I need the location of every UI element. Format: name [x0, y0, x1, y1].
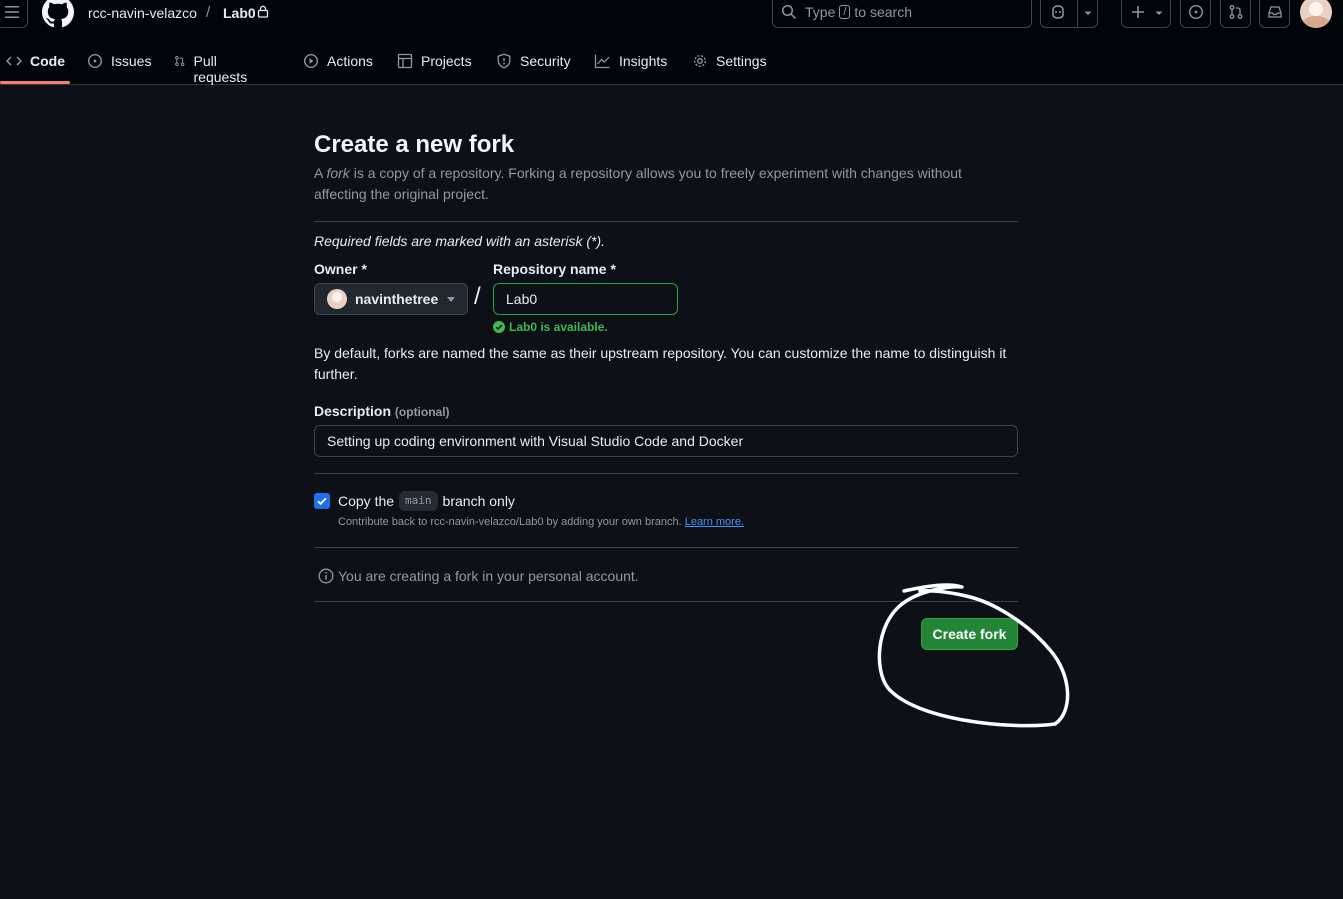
owner-repo-separator: /: [474, 283, 481, 310]
active-tab-indicator: [0, 81, 70, 84]
code-icon: [6, 56, 22, 66]
tab-pull-requests-label: Pull requests: [193, 53, 248, 85]
inbox-button[interactable]: [1259, 0, 1290, 28]
play-icon: [303, 53, 319, 69]
description-optional: (optional): [394, 405, 450, 419]
info-icon: [318, 568, 334, 584]
github-logo-icon[interactable]: [42, 0, 74, 28]
copilot-button[interactable]: [1040, 0, 1098, 28]
copilot-icon: [1052, 5, 1064, 19]
tab-code[interactable]: Code: [6, 46, 65, 84]
divider: [314, 547, 1018, 548]
copy-branch-label: Copy the main branch only: [338, 491, 515, 511]
hamburger-icon: [5, 6, 19, 18]
divider: [314, 473, 1018, 474]
graph-icon: [594, 54, 610, 69]
tab-insights[interactable]: Insights: [594, 46, 667, 84]
table-icon: [397, 53, 413, 69]
availability-text: Lab0 is available.: [509, 320, 608, 334]
hand-drawn-circle-annotation: [877, 583, 1070, 728]
inbox-icon: [1267, 6, 1282, 18]
naming-note: By default, forks are named the same as …: [314, 345, 1007, 382]
issues-shortcut-button[interactable]: [1180, 0, 1211, 28]
tab-pull-requests[interactable]: Pull requests: [174, 46, 252, 85]
page-description: A fork is a copy of a repository. Forkin…: [314, 165, 962, 202]
tab-code-label: Code: [30, 53, 65, 69]
fork-form: Create a new fork A fork is a copy of a …: [314, 130, 1018, 650]
divider: [314, 221, 1018, 222]
tab-actions-label: Actions: [327, 53, 373, 69]
owner-select[interactable]: navinthetree: [314, 283, 468, 315]
pull-requests-shortcut-button[interactable]: [1220, 0, 1251, 28]
description-label-group: Description (optional): [314, 403, 450, 419]
tab-security[interactable]: Security: [496, 46, 571, 84]
search-placeholder-before: Type: [805, 4, 836, 20]
copy-main-branch-checkbox[interactable]: [314, 493, 330, 509]
availability-status: Lab0 is available.: [493, 320, 608, 334]
tab-projects-label: Projects: [421, 53, 472, 69]
check-icon: [317, 497, 327, 506]
owner-avatar: [327, 289, 347, 309]
shield-icon: [497, 53, 511, 69]
branch-name-code: main: [399, 491, 438, 511]
pull-request-icon: [175, 56, 185, 66]
repository-name-input[interactable]: [493, 283, 678, 315]
breadcrumb-separator: /: [206, 4, 211, 21]
pull-request-icon: [1229, 5, 1242, 19]
tab-insights-label: Insights: [619, 53, 668, 69]
issue-icon: [1188, 4, 1203, 20]
global-header: rcc-navin-velazco / Lab0 Type / to searc…: [0, 0, 1343, 85]
repo-name-label: Repository name *: [493, 261, 616, 277]
chevron-down-icon: [1084, 11, 1092, 15]
owner-breadcrumb-link[interactable]: rcc-navin-velazco: [88, 5, 197, 21]
user-avatar[interactable]: [1300, 0, 1332, 28]
tab-settings[interactable]: Settings: [692, 46, 767, 84]
tab-issues-label: Issues: [111, 53, 152, 69]
plus-icon: [1132, 6, 1144, 18]
chevron-down-icon: [1155, 11, 1163, 15]
lock-icon: [257, 5, 269, 18]
create-new-button[interactable]: [1121, 0, 1171, 28]
search-input[interactable]: Type / to search: [772, 0, 1032, 28]
learn-more-link[interactable]: Learn more.: [685, 516, 744, 528]
gear-icon: [694, 55, 706, 67]
menu-button[interactable]: [0, 0, 28, 28]
description-label: Description: [314, 403, 392, 419]
page-title: Create a new fork: [314, 131, 515, 158]
tab-issues[interactable]: Issues: [87, 46, 151, 84]
chevron-down-icon: [447, 297, 455, 302]
required-fields-note: Required fields are marked with an aster…: [314, 233, 606, 249]
repo-breadcrumb-link[interactable]: Lab0: [223, 5, 256, 21]
personal-account-note: You are creating a fork in your personal…: [318, 568, 639, 584]
search-shortcut-key: /: [839, 5, 851, 19]
check-circle-icon: [493, 321, 505, 333]
tab-projects[interactable]: Projects: [397, 46, 472, 84]
search-icon: [781, 4, 797, 20]
search-placeholder-after: to search: [854, 4, 913, 20]
description-input[interactable]: Setting up coding environment with Visua…: [314, 425, 1018, 457]
tab-security-label: Security: [520, 53, 571, 69]
owner-label: Owner *: [314, 261, 367, 277]
tab-settings-label: Settings: [716, 53, 767, 69]
owner-select-value: navinthetree: [355, 291, 439, 307]
tab-actions[interactable]: Actions: [303, 46, 373, 84]
copy-branch-help: Contribute back to rcc-navin-velazco/Lab…: [338, 516, 745, 528]
issue-icon: [87, 53, 103, 69]
